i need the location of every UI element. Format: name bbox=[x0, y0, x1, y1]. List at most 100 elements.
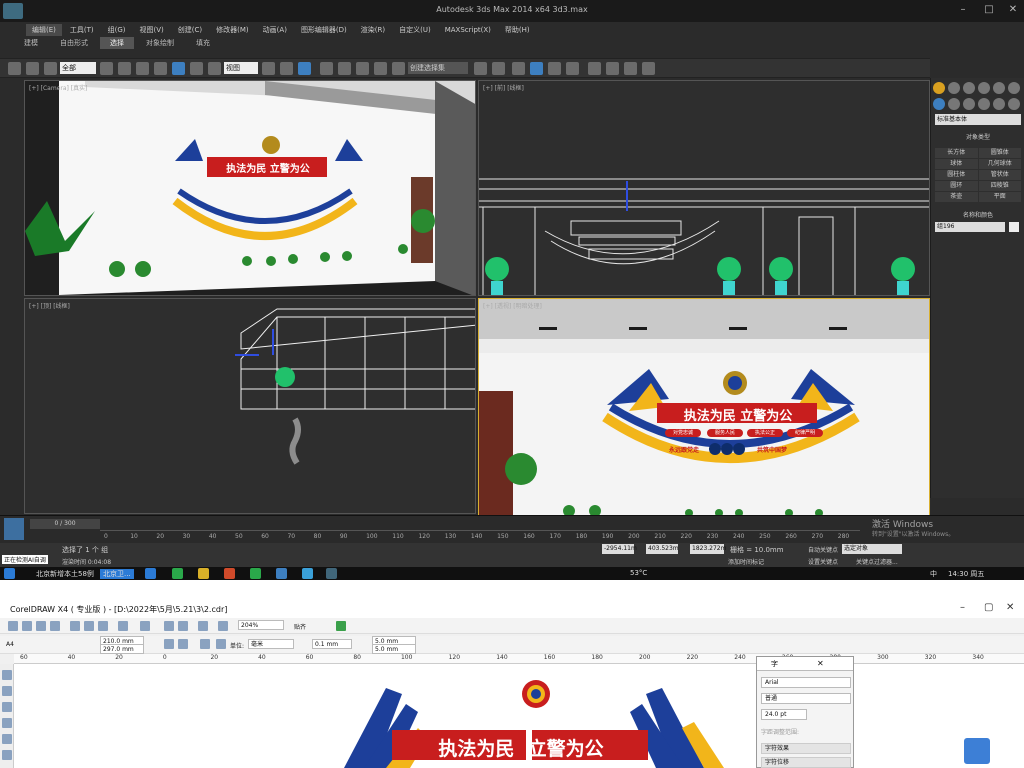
snap-to-dropdown[interactable]: 贴齐 bbox=[294, 622, 306, 631]
save-icon[interactable] bbox=[36, 621, 46, 631]
mirror-icon[interactable] bbox=[474, 62, 487, 75]
minimize-icon[interactable]: – bbox=[955, 4, 971, 17]
taskbar-app-icon[interactable] bbox=[276, 568, 287, 579]
welcome-icon[interactable] bbox=[218, 621, 228, 631]
object-color-swatch[interactable] bbox=[1009, 222, 1019, 232]
pivot-icon[interactable] bbox=[262, 62, 275, 75]
keyboard-shortcut-icon[interactable] bbox=[298, 62, 311, 75]
folder-icon[interactable] bbox=[198, 568, 209, 579]
all-pages-icon[interactable] bbox=[200, 639, 210, 649]
shape-tool-icon[interactable] bbox=[2, 686, 12, 696]
zoom-level-dropdown[interactable]: 204% bbox=[238, 620, 284, 630]
units-dropdown[interactable]: 毫米 bbox=[248, 639, 294, 649]
menu-view[interactable]: 视图(V) bbox=[134, 24, 170, 36]
curve-editor-icon[interactable] bbox=[548, 62, 561, 75]
landscape-icon[interactable] bbox=[178, 639, 188, 649]
page-height-field[interactable]: 297.0 mm bbox=[100, 644, 144, 654]
geometry-icon[interactable] bbox=[933, 98, 945, 110]
helpers-icon[interactable] bbox=[993, 98, 1005, 110]
undo-icon[interactable] bbox=[118, 621, 128, 631]
reference-coord-dropdown[interactable]: 视图 bbox=[224, 62, 258, 74]
menu-edit[interactable]: 编辑(E) bbox=[26, 24, 62, 36]
viewport-top[interactable]: [+] [顶] [线框] bbox=[24, 298, 476, 514]
primitive-type-dropdown[interactable]: 标准基本体 bbox=[935, 114, 1021, 125]
taskbar-app-icon[interactable] bbox=[172, 568, 183, 579]
restore-icon[interactable]: ▢ bbox=[984, 602, 993, 613]
rotate-icon[interactable] bbox=[190, 62, 203, 75]
taskbar-app-icon[interactable] bbox=[145, 568, 156, 579]
close-icon[interactable]: ✕ bbox=[1005, 4, 1021, 17]
create-tab-icon[interactable] bbox=[933, 82, 945, 94]
spacewarps-icon[interactable] bbox=[1008, 98, 1020, 110]
named-selection-dropdown[interactable]: 创建选择集 bbox=[408, 62, 468, 74]
link-icon[interactable] bbox=[44, 62, 57, 75]
object-type-header[interactable]: 对象类型 bbox=[935, 132, 1021, 141]
ribbon-tab-modeling[interactable]: 建模 bbox=[14, 37, 48, 49]
floating-bird-icon[interactable] bbox=[964, 738, 990, 764]
undo-icon[interactable] bbox=[8, 62, 21, 75]
set-key-button[interactable]: 设置关键点 bbox=[808, 557, 838, 566]
window-crossing-icon[interactable] bbox=[154, 62, 167, 75]
select-by-name-icon[interactable] bbox=[118, 62, 131, 75]
taskbar-app-icon[interactable] bbox=[224, 568, 235, 579]
align-icon[interactable] bbox=[492, 62, 505, 75]
key-mode-dropdown[interactable]: 选定对象 bbox=[842, 544, 902, 554]
percent-snap-icon[interactable] bbox=[356, 62, 369, 75]
sphere-button[interactable]: 球体 bbox=[935, 159, 978, 169]
cameras-icon[interactable] bbox=[978, 98, 990, 110]
font-style-dropdown[interactable]: 普通 bbox=[761, 693, 851, 704]
spinner-snap-icon[interactable] bbox=[374, 62, 387, 75]
tube-button[interactable]: 管状体 bbox=[978, 170, 1021, 180]
open-icon[interactable] bbox=[22, 621, 32, 631]
viewport-layout-icon[interactable] bbox=[4, 518, 24, 540]
y-coordinate-field[interactable]: 403.523m bbox=[646, 544, 679, 554]
docker-close-icon[interactable]: ✕ bbox=[817, 659, 824, 668]
snap-toggle-icon[interactable] bbox=[320, 62, 333, 75]
selection-filter-dropdown[interactable]: 全部 bbox=[60, 62, 96, 74]
lights-icon[interactable] bbox=[963, 98, 975, 110]
taskbar-app-icon[interactable] bbox=[302, 568, 313, 579]
copy-icon[interactable] bbox=[84, 621, 94, 631]
nudge-distance-field[interactable]: 0.1 mm bbox=[312, 639, 352, 649]
ribbon-tab-object-paint[interactable]: 对象绘制 bbox=[136, 37, 184, 49]
print-icon[interactable] bbox=[50, 621, 60, 631]
select-manipulate-icon[interactable] bbox=[280, 62, 293, 75]
font-family-dropdown[interactable]: Arial bbox=[761, 677, 851, 688]
select-object-icon[interactable] bbox=[100, 62, 113, 75]
minimize-icon[interactable]: – bbox=[960, 602, 965, 613]
display-tab-icon[interactable] bbox=[993, 82, 1005, 94]
graphite-toggle-icon[interactable] bbox=[530, 62, 543, 75]
viewport-camera[interactable]: [+] [透视] [明暗处理] 执法为民 立警为公 对党忠诚 服务人民 执法公正… bbox=[478, 298, 930, 516]
menu-rendering[interactable]: 渲染(R) bbox=[355, 24, 391, 36]
track-bar[interactable]: 0 10 20 30 40 50 60 70 80 90 100 110 120 130 140 150 160… bbox=[100, 530, 860, 542]
x-coordinate-field[interactable]: -2954.11m bbox=[602, 544, 637, 554]
modify-tab-icon[interactable] bbox=[948, 82, 960, 94]
hierarchy-tab-icon[interactable] bbox=[963, 82, 975, 94]
teapot-button[interactable]: 茶壶 bbox=[935, 192, 978, 202]
render-setup-icon[interactable] bbox=[606, 62, 619, 75]
paper-size-dropdown[interactable]: A4 bbox=[6, 641, 14, 648]
ribbon-tab-populate[interactable]: 填充 bbox=[186, 37, 220, 49]
menu-create[interactable]: 创建(C) bbox=[172, 24, 208, 36]
layer-manager-icon[interactable] bbox=[512, 62, 525, 75]
menu-animation[interactable]: 动画(A) bbox=[257, 24, 293, 36]
system-clock[interactable]: 14:30 周五 bbox=[948, 569, 984, 579]
wechat-icon[interactable] bbox=[250, 568, 261, 579]
rect-selection-icon[interactable] bbox=[136, 62, 149, 75]
key-filters-button[interactable]: 关键点过滤器... bbox=[856, 557, 898, 566]
status-left-button[interactable]: 正在检测AI自调 bbox=[2, 555, 48, 564]
smart-fill-tool-icon[interactable] bbox=[2, 750, 12, 760]
add-time-tag[interactable]: 添加时间标记 bbox=[728, 557, 764, 566]
portrait-icon[interactable] bbox=[164, 639, 174, 649]
ribbon-tab-selection[interactable]: 选择 bbox=[100, 37, 134, 49]
character-effects-section[interactable]: 字符效果 bbox=[761, 743, 851, 754]
geosphere-button[interactable]: 几何球体 bbox=[978, 159, 1021, 169]
character-displacement-section[interactable]: 字符位移 bbox=[761, 757, 851, 768]
application-launcher-icon[interactable] bbox=[198, 621, 208, 631]
motion-tab-icon[interactable] bbox=[978, 82, 990, 94]
redo-icon[interactable] bbox=[140, 621, 150, 631]
zoom-tool-icon[interactable] bbox=[2, 718, 12, 728]
name-color-header[interactable]: 名称和颜色 bbox=[935, 210, 1021, 219]
torus-button[interactable]: 圆环 bbox=[935, 181, 978, 191]
start-icon[interactable] bbox=[4, 568, 15, 579]
